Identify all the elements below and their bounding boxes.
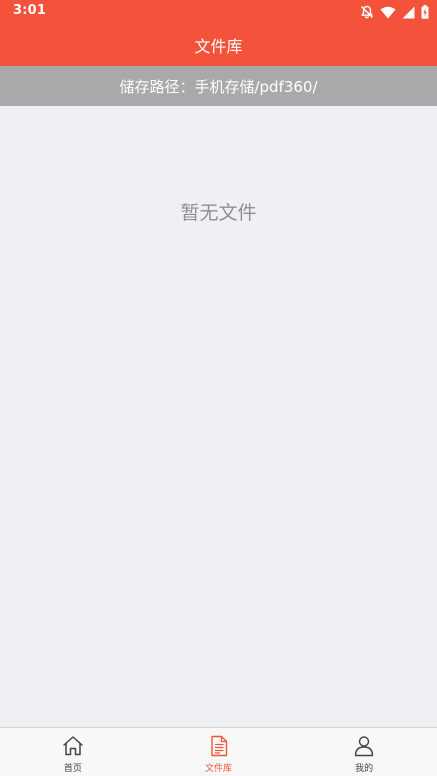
page-title: 文件库	[194, 37, 243, 56]
empty-state-message: 暂无文件	[180, 202, 257, 224]
app-header: 文件库	[0, 24, 437, 66]
tab-file-library-label: 文件库	[205, 764, 233, 774]
notifications-off-icon	[360, 5, 374, 19]
wifi-icon	[380, 6, 396, 18]
file-list-area: 暂无文件	[0, 106, 437, 727]
tab-mine[interactable]: 我的	[291, 728, 437, 776]
status-icons	[360, 4, 429, 20]
app-screen: 3:01 文件库 储存路径：手机存储/pdf360/ 暂无文件 首页 文件库 我…	[0, 0, 437, 776]
document-icon	[210, 735, 227, 757]
status-bar: 3:01	[0, 0, 437, 24]
storage-path-text: 储存路径：手机存储/pdf360/	[119, 77, 318, 96]
bottom-tab-bar: 首页 文件库 我的	[0, 727, 437, 776]
status-time: 3:01	[13, 3, 47, 18]
user-icon	[354, 736, 374, 757]
tab-home-label: 首页	[63, 764, 82, 774]
battery-charging-icon	[421, 5, 429, 19]
tab-file-library[interactable]: 文件库	[146, 728, 292, 776]
cellular-signal-icon	[402, 6, 415, 18]
tab-home[interactable]: 首页	[0, 728, 146, 776]
home-icon	[63, 736, 83, 756]
tab-mine-label: 我的	[355, 764, 374, 774]
storage-path-bar: 储存路径：手机存储/pdf360/	[0, 66, 437, 106]
